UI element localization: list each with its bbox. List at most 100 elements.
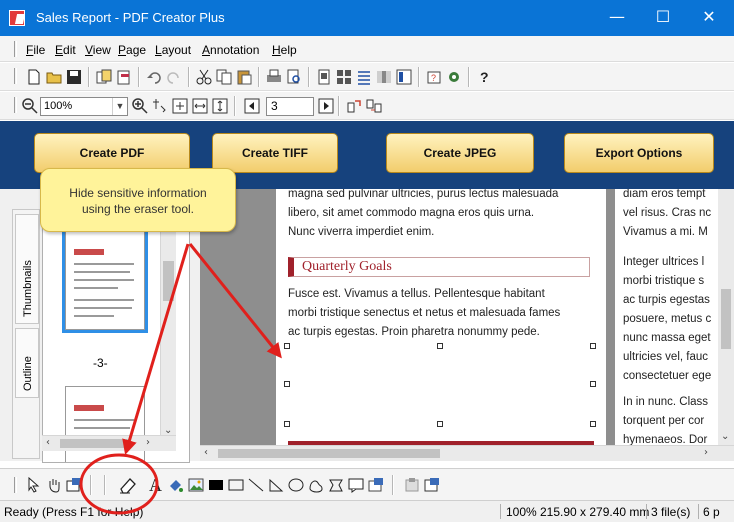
snapshot-icon[interactable]	[66, 477, 82, 493]
fit-page-icon[interactable]	[172, 98, 188, 114]
redo-icon[interactable]	[166, 69, 182, 85]
selection-handle[interactable]	[284, 343, 290, 349]
selection-handle[interactable]	[284, 421, 290, 427]
scroll-thumb[interactable]	[60, 439, 130, 448]
selection-handle[interactable]	[284, 381, 290, 387]
move-page-icon[interactable]	[366, 98, 382, 114]
print-preview-icon[interactable]	[286, 69, 302, 85]
copy-icon[interactable]	[216, 69, 232, 85]
columns-view-icon[interactable]	[376, 69, 392, 85]
settings-gear-icon[interactable]	[446, 69, 462, 85]
selection-handle[interactable]	[590, 421, 596, 427]
toolbar-grip[interactable]	[14, 68, 17, 84]
selection-handle[interactable]	[437, 421, 443, 427]
eraser-tip-callout: Hide sensitive information using the era…	[40, 168, 236, 232]
selection-handle[interactable]	[590, 381, 596, 387]
paste-icon[interactable]	[236, 69, 252, 85]
save-icon[interactable]	[66, 69, 82, 85]
ellipse-icon[interactable]	[288, 477, 304, 493]
filled-rectangle-icon[interactable]	[208, 477, 224, 493]
hand-pan-icon[interactable]	[46, 477, 62, 493]
scroll-thumb[interactable]	[218, 449, 440, 458]
rotate-page-icon[interactable]	[346, 98, 362, 114]
zoom-select[interactable]: 100% ▼	[40, 97, 128, 116]
next-page-icon[interactable]	[318, 98, 334, 114]
toolbar-grip[interactable]	[14, 97, 17, 113]
image-tool-icon[interactable]	[188, 477, 204, 493]
scroll-thumb[interactable]	[721, 289, 731, 349]
create-tiff-button[interactable]: Create TIFF	[212, 133, 338, 173]
zoom-out-icon[interactable]	[22, 98, 38, 114]
fill-color-icon[interactable]	[168, 477, 184, 493]
document-page[interactable]: magna sed pulvinar ultricies, purus lect…	[276, 189, 606, 451]
previous-page-icon[interactable]	[244, 98, 260, 114]
document-viewport[interactable]: magna sed pulvinar ultricies, purus lect…	[200, 189, 734, 461]
insert-page-icon[interactable]	[116, 69, 132, 85]
attachment-icon[interactable]	[404, 477, 420, 493]
chevron-left-icon[interactable]: ‹	[46, 437, 50, 448]
selection-handle[interactable]	[590, 343, 596, 349]
document-page-right-column[interactable]: diam eros tempt vel risus. Cras nc Vivam…	[615, 189, 725, 449]
tab-thumbnails[interactable]: Thumbnails	[15, 214, 39, 324]
text-tool-icon[interactable]: A	[148, 475, 166, 495]
select-arrow-icon[interactable]	[26, 477, 42, 493]
cut-icon[interactable]	[196, 69, 212, 85]
help-icon[interactable]: ?	[476, 69, 492, 85]
toolbar-separator	[188, 67, 190, 87]
stamp-icon[interactable]	[368, 477, 384, 493]
menu-page[interactable]: Page	[118, 43, 146, 57]
menu-help[interactable]: Help	[272, 43, 297, 57]
tab-outline[interactable]: Outline	[15, 328, 39, 398]
close-button[interactable]: ✕	[686, 0, 732, 36]
menu-edit[interactable]: Edit	[55, 43, 76, 57]
create-pdf-button[interactable]: Create PDF	[34, 133, 190, 173]
menu-grip[interactable]	[14, 41, 17, 57]
menu-annotation[interactable]: Annotation	[202, 43, 259, 57]
open-folder-icon[interactable]	[46, 69, 62, 85]
menu-view[interactable]: View	[85, 43, 111, 57]
chevron-right-icon[interactable]: ›	[146, 437, 150, 448]
page-thumbnail[interactable]	[65, 386, 145, 462]
maximize-button[interactable]: ☐	[640, 0, 686, 36]
print-icon[interactable]	[266, 69, 282, 85]
document-horizontal-scrollbar[interactable]: ‹ ›	[200, 445, 734, 461]
multi-page-view-icon[interactable]	[336, 69, 352, 85]
page-thumbnail[interactable]	[62, 227, 148, 333]
menu-file[interactable]: File	[26, 43, 45, 57]
document-vertical-scrollbar[interactable]: ⌄	[718, 189, 734, 445]
eraser-icon[interactable]	[118, 476, 138, 494]
chevron-down-icon[interactable]: ▼	[112, 98, 127, 115]
freeform-shape-icon[interactable]	[308, 477, 324, 493]
triangle-icon[interactable]	[268, 477, 284, 493]
undo-icon[interactable]	[146, 69, 162, 85]
page-number-input[interactable]: 3	[266, 97, 314, 116]
thumbnail-horizontal-scrollbar[interactable]: ‹ ›	[42, 435, 176, 451]
note-icon[interactable]	[348, 477, 364, 493]
create-jpeg-button[interactable]: Create JPEG	[386, 133, 534, 173]
fit-width-icon[interactable]	[192, 98, 208, 114]
rectangle-icon[interactable]	[228, 477, 244, 493]
scroll-thumb[interactable]	[163, 261, 174, 301]
line-icon[interactable]	[248, 477, 264, 493]
thumbnail-vertical-scrollbar[interactable]: ⌄	[160, 209, 176, 437]
chevron-down-icon[interactable]: ⌄	[721, 431, 729, 442]
export-options-button[interactable]: Export Options	[564, 133, 714, 173]
menu-layout[interactable]: Layout	[155, 43, 191, 57]
thumbnail-panel-icon[interactable]	[396, 69, 412, 85]
list-view-icon[interactable]	[356, 69, 372, 85]
status-message: Ready (Press F1 for Help)	[4, 505, 144, 519]
toolbar-grip[interactable]	[14, 477, 17, 493]
fit-height-icon[interactable]	[212, 98, 228, 114]
polygon-icon[interactable]	[328, 477, 344, 493]
chevron-left-icon[interactable]: ‹	[204, 447, 208, 458]
selection-handle[interactable]	[437, 343, 443, 349]
new-document-icon[interactable]	[26, 69, 42, 85]
minimize-button[interactable]: —	[594, 0, 640, 36]
zoom-tool-icon[interactable]	[152, 98, 168, 114]
zoom-in-icon[interactable]	[132, 98, 148, 114]
properties-icon[interactable]: ?	[426, 69, 442, 85]
single-page-view-icon[interactable]	[316, 69, 332, 85]
annotation-properties-icon[interactable]	[424, 477, 440, 493]
copy-page-icon[interactable]	[96, 69, 112, 85]
chevron-right-icon[interactable]: ›	[704, 447, 708, 458]
